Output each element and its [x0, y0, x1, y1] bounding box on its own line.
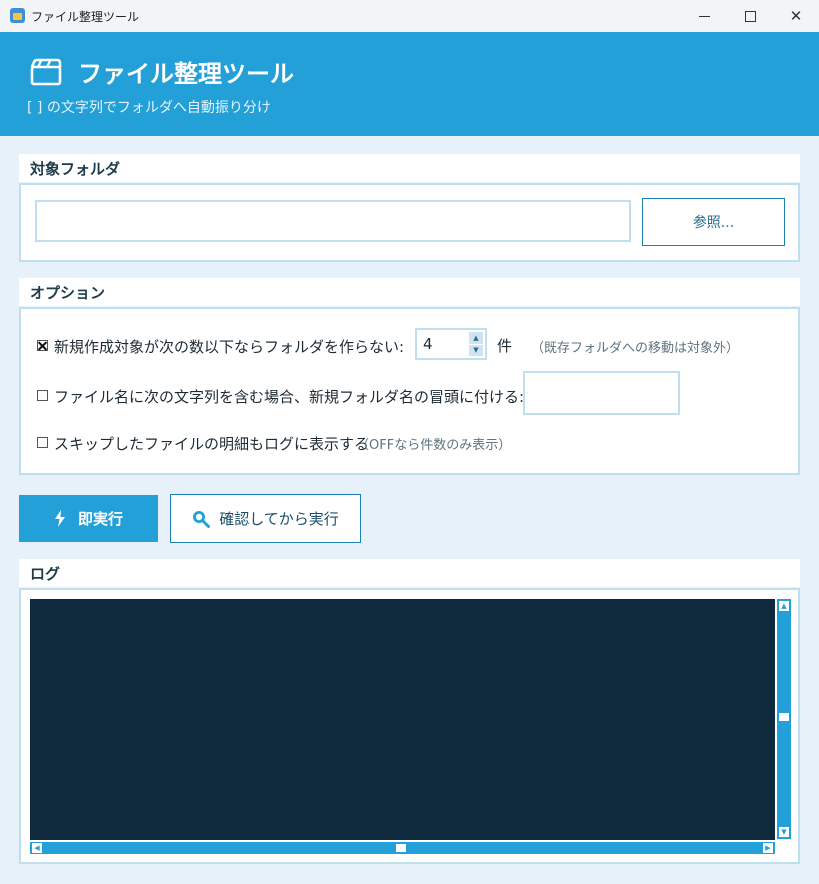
skip-small-checkbox[interactable]	[37, 340, 48, 351]
log-skipped-checkbox[interactable]	[37, 437, 48, 448]
confirm-then-run-button[interactable]: 確認してから実行	[170, 494, 361, 543]
prefix-checkbox[interactable]	[37, 390, 48, 401]
log-output[interactable]	[30, 599, 775, 840]
stepper-up-icon[interactable]: ▲	[469, 332, 483, 344]
vertical-scroll-thumb[interactable]	[779, 713, 789, 721]
close-icon: ✕	[789, 7, 803, 25]
threshold-value[interactable]: 4	[423, 335, 433, 353]
target-folder-panel: 参照...	[19, 183, 800, 262]
folder-path-input[interactable]	[35, 200, 631, 242]
horizontal-scroll-thumb[interactable]	[396, 844, 406, 852]
stepper-down-icon[interactable]: ▼	[469, 344, 483, 356]
minimize-icon	[698, 15, 710, 17]
scroll-up-icon[interactable]: ▲	[778, 600, 790, 612]
log-skipped-option[interactable]: スキップしたファイルの明細もログに表示する	[37, 433, 369, 454]
browse-button[interactable]: 参照...	[642, 198, 785, 246]
window-title: ファイル整理ツール	[31, 10, 140, 24]
magnifier-icon	[193, 510, 211, 528]
page-subtitle: [ ] の文字列でフォルダへ自動振り分け	[27, 100, 271, 116]
prefix-option[interactable]: ファイル名に次の文字列を含む場合、新規フォルダ名の冒頭に付ける:	[37, 386, 524, 407]
log-horizontal-scrollbar[interactable]: ◀ ▶	[30, 841, 775, 854]
run-now-button[interactable]: 即実行	[19, 495, 158, 542]
options-panel: 新規作成対象が次の数以下ならフォルダを作らない: 4 ▲ ▼ 件 （既存フォルダ…	[19, 307, 800, 475]
skip-small-note: （既存フォルダへの移動は対象外）	[531, 341, 740, 356]
log-skipped-label: スキップしたファイルの明細もログに表示する	[54, 435, 370, 453]
threshold-unit: 件	[497, 337, 513, 355]
log-vertical-scrollbar[interactable]: ▲ ▼	[776, 599, 791, 839]
lightning-icon	[54, 510, 65, 527]
clapperboard-icon	[30, 58, 62, 86]
threshold-stepper[interactable]: 4 ▲ ▼	[415, 328, 487, 360]
minimize-button[interactable]	[681, 0, 727, 32]
confirm-then-run-label: 確認してから実行	[219, 510, 339, 528]
scrollbar-corner	[776, 841, 790, 854]
scroll-left-icon[interactable]: ◀	[31, 842, 43, 854]
stepper-arrows: ▲ ▼	[469, 332, 483, 356]
skip-small-label: 新規作成対象が次の数以下ならフォルダを作らない:	[54, 338, 405, 356]
log-skipped-note: （OFFなら件数のみ表示）	[356, 438, 512, 453]
prefix-label: ファイル名に次の文字列を含む場合、新規フォルダ名の冒頭に付ける:	[54, 388, 525, 406]
log-panel: ▲ ▼ ◀ ▶	[19, 588, 800, 864]
maximize-icon	[744, 10, 756, 22]
log-heading: ログ	[19, 559, 800, 587]
run-now-label: 即実行	[77, 510, 123, 528]
maximize-button[interactable]	[727, 0, 773, 32]
scroll-right-icon[interactable]: ▶	[762, 842, 774, 854]
options-heading: オプション	[19, 278, 800, 306]
scroll-down-icon[interactable]: ▼	[778, 826, 790, 838]
page-title: ファイル整理ツール	[78, 60, 294, 88]
app-header: ファイル整理ツール [ ] の文字列でフォルダへ自動振り分け	[0, 32, 819, 136]
title-bar: ファイル整理ツール ✕	[0, 0, 819, 33]
app-icon	[10, 8, 25, 23]
target-folder-heading: 対象フォルダ	[19, 154, 800, 182]
close-button[interactable]: ✕	[773, 0, 819, 32]
skip-small-option[interactable]: 新規作成対象が次の数以下ならフォルダを作らない:	[37, 336, 404, 357]
prefix-input[interactable]	[523, 371, 680, 415]
